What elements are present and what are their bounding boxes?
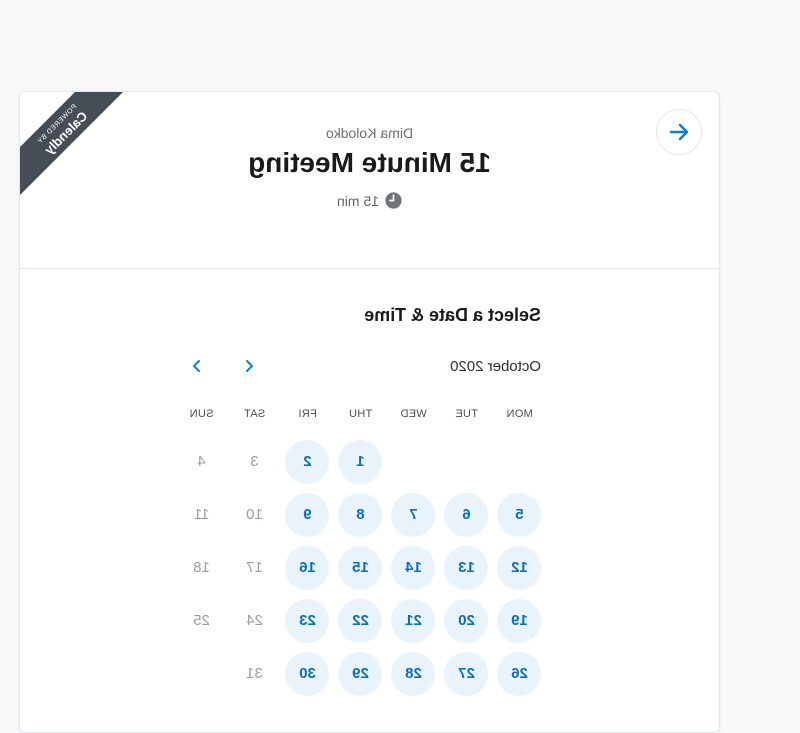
calendar-cell: 28 bbox=[387, 647, 440, 700]
calendar-cell: 18 bbox=[175, 541, 228, 594]
available-day-button[interactable]: 22 bbox=[338, 598, 383, 643]
available-day-button[interactable]: 21 bbox=[391, 598, 436, 643]
prev-month-button[interactable] bbox=[235, 352, 263, 380]
calendar-cell: 9 bbox=[281, 488, 334, 541]
calendar-cell: 6 bbox=[440, 488, 493, 541]
unavailable-day: 31 bbox=[246, 665, 263, 682]
calendar-cell bbox=[493, 435, 546, 488]
weekday-label: THU bbox=[348, 408, 373, 420]
calendar-cell: 31 bbox=[228, 647, 281, 700]
calendar-cell: 20 bbox=[440, 594, 493, 647]
calendar-cell: 29 bbox=[334, 647, 387, 700]
calendar-week: 5 6 7 8 9 10 11 bbox=[174, 488, 546, 541]
month-navigation: October 2020 bbox=[172, 350, 541, 380]
powered-by-ribbon[interactable]: POWERED BY Calendly bbox=[20, 92, 124, 196]
event-title: 15 Minute Meeting bbox=[248, 147, 491, 178]
calendar-cell bbox=[387, 435, 440, 488]
header-divider bbox=[20, 268, 719, 269]
calendar-cell bbox=[440, 435, 493, 488]
weekday-label: SAT bbox=[243, 408, 266, 420]
available-day-button[interactable]: 8 bbox=[338, 492, 383, 537]
unavailable-day: 11 bbox=[193, 506, 210, 523]
unavailable-day: 17 bbox=[246, 559, 263, 576]
calendar-cell: 11 bbox=[175, 488, 228, 541]
available-day-button[interactable]: 29 bbox=[338, 651, 383, 696]
calendar-cell: 16 bbox=[281, 541, 334, 594]
unavailable-day: 18 bbox=[193, 559, 210, 576]
available-day-button[interactable]: 2 bbox=[285, 439, 330, 484]
event-duration: 15 min bbox=[20, 192, 719, 209]
page: Dima Kolodko 15 Minute Meeting 15 min PO… bbox=[0, 0, 800, 733]
available-day-button[interactable]: 13 bbox=[444, 545, 489, 590]
available-day-button[interactable]: 26 bbox=[497, 651, 542, 696]
calendar-cell: 17 bbox=[228, 541, 281, 594]
duration-label: 15 min bbox=[336, 192, 380, 209]
available-day-button[interactable]: 12 bbox=[497, 545, 542, 590]
section-title: Select a Date & Time bbox=[364, 305, 541, 325]
calendar-week: 12 13 14 15 16 17 18 bbox=[174, 541, 546, 594]
calendar-cell: 5 bbox=[493, 488, 546, 541]
available-day-button[interactable]: 5 bbox=[497, 492, 542, 537]
available-day-button[interactable]: 9 bbox=[285, 492, 330, 537]
available-day-button[interactable]: 16 bbox=[285, 545, 330, 590]
calendar-grid: 1 2 3 4 5 6 7 8 9 10 11 12 13 14 15 16 17 18 19 20 21 22 23 24 2… bbox=[174, 435, 546, 700]
calendar-cell: 21 bbox=[387, 594, 440, 647]
calendar-cell: 30 bbox=[281, 647, 334, 700]
calendar-cell: 14 bbox=[387, 541, 440, 594]
calendar-cell: 12 bbox=[493, 541, 546, 594]
available-day-button[interactable]: 30 bbox=[285, 651, 330, 696]
clock-icon bbox=[385, 192, 402, 209]
calendar-cell: 13 bbox=[440, 541, 493, 594]
weekday-label: MON bbox=[506, 408, 533, 420]
calendar-cell: 2 bbox=[281, 435, 334, 488]
weekday-label: SUN bbox=[189, 408, 214, 420]
available-day-button[interactable]: 6 bbox=[444, 492, 489, 537]
available-day-button[interactable]: 19 bbox=[497, 598, 542, 643]
calendar-cell: 23 bbox=[281, 594, 334, 647]
unavailable-day: 10 bbox=[246, 506, 263, 523]
booking-card: Dima Kolodko 15 Minute Meeting 15 min PO… bbox=[19, 91, 720, 733]
unavailable-day: 4 bbox=[197, 453, 206, 470]
weekday-label: FRI bbox=[298, 408, 317, 420]
calendar-week: 26 27 28 29 30 31 bbox=[174, 647, 546, 700]
chevron-left-icon bbox=[246, 360, 253, 372]
calendar-cell: 22 bbox=[334, 594, 387, 647]
available-day-button[interactable]: 14 bbox=[391, 545, 436, 590]
calendar-cell: 27 bbox=[440, 647, 493, 700]
unavailable-day: 3 bbox=[250, 453, 259, 470]
available-day-button[interactable]: 20 bbox=[444, 598, 489, 643]
calendar-cell: 15 bbox=[334, 541, 387, 594]
calendar-cell: 7 bbox=[387, 488, 440, 541]
month-label: October 2020 bbox=[450, 358, 541, 375]
ribbon-band: POWERED BY Calendly bbox=[20, 92, 124, 196]
available-day-button[interactable]: 1 bbox=[338, 439, 383, 484]
weekday-label: WED bbox=[400, 408, 427, 420]
unavailable-day: 25 bbox=[193, 612, 210, 629]
calendar-week: 12 3 4 bbox=[174, 435, 546, 488]
calendar-cell: 4 bbox=[175, 435, 228, 488]
available-day-button[interactable]: 28 bbox=[391, 651, 436, 696]
chevron-right-icon bbox=[193, 360, 200, 372]
calendar-cell: 19 bbox=[493, 594, 546, 647]
unavailable-day: 24 bbox=[246, 612, 263, 629]
calendar-cell: 24 bbox=[228, 594, 281, 647]
calendar-cell: 3 bbox=[228, 435, 281, 488]
calendar-cell bbox=[175, 647, 228, 700]
calendar-cell: 10 bbox=[228, 488, 281, 541]
event-owner: Dima Kolodko bbox=[325, 125, 414, 141]
calendar-week: 19 20 21 22 23 24 25 bbox=[174, 594, 546, 647]
weekday-label: TUE bbox=[455, 408, 478, 420]
available-day-button[interactable]: 7 bbox=[391, 492, 436, 537]
weekday-header: MON TUE WED THU FRI SAT SUN bbox=[174, 408, 546, 420]
event-header: Dima Kolodko 15 Minute Meeting 15 min bbox=[20, 92, 719, 268]
calendar-cell: 26 bbox=[493, 647, 546, 700]
available-day-button[interactable]: 23 bbox=[285, 598, 330, 643]
calendar-cell: 8 bbox=[334, 488, 387, 541]
next-month-button[interactable] bbox=[183, 352, 211, 380]
available-day-button[interactable]: 27 bbox=[444, 651, 489, 696]
available-day-button[interactable]: 15 bbox=[338, 545, 383, 590]
calendar-cell: 25 bbox=[175, 594, 228, 647]
calendar-cell: 1 bbox=[334, 435, 387, 488]
